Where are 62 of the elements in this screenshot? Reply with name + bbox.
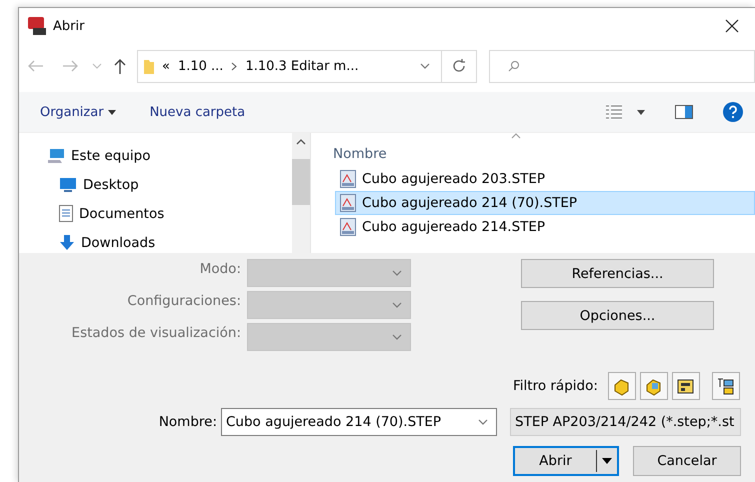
app-logo-icon [27, 16, 47, 36]
assembly-tree-icon [716, 376, 736, 396]
preview-pane-icon[interactable] [675, 105, 693, 119]
breadcrumb-item[interactable]: 1.10.3 Editar m... [245, 58, 359, 74]
scroll-up-icon[interactable] [296, 139, 306, 145]
sidebar-item[interactable]: Desktop [47, 174, 292, 195]
sidebar-item[interactable]: Downloads [47, 232, 292, 253]
caret-icon [602, 458, 612, 464]
refresh-icon [451, 58, 467, 74]
open-button[interactable]: Abrir [513, 446, 619, 476]
option-label: Estados de visualización: [70, 324, 241, 343]
chevron-down-icon [392, 302, 402, 308]
filter-button[interactable] [608, 372, 636, 400]
column-header[interactable]: Nombre [333, 141, 755, 167]
cancel-button[interactable]: Cancelar [633, 446, 741, 476]
search-field[interactable] [489, 50, 755, 82]
search-icon [508, 60, 520, 72]
dialog-button[interactable]: Referencias... [521, 259, 714, 288]
caret-icon[interactable] [637, 110, 645, 114]
breadcrumb-item[interactable]: 1.10 ... [178, 58, 224, 74]
dialog-button[interactable]: Opciones... [521, 301, 714, 330]
part-with-face-icon [644, 376, 664, 396]
breadcrumb-overflow[interactable]: « [162, 58, 170, 74]
quick-filter-label: Filtro rápido: [513, 378, 598, 394]
filter-button[interactable] [672, 372, 700, 400]
sidebar-item[interactable]: Documentos [47, 203, 292, 224]
file-type-dropdown[interactable]: STEP AP203/214/242 (*.step;*.st [510, 408, 741, 436]
file-name-field[interactable]: Cubo agujereado 214 (70).STEP [221, 408, 497, 436]
chevron-down-icon [420, 63, 430, 69]
step-file-icon [340, 194, 356, 212]
scrollbar[interactable] [292, 133, 310, 253]
sort-ascending-icon [511, 133, 521, 139]
filter-button[interactable] [712, 372, 740, 400]
chevron-right-icon [231, 62, 238, 70]
chevron-down-icon [478, 419, 488, 425]
chevron-down-icon [392, 334, 402, 340]
close-icon [725, 19, 739, 33]
chevron-down-icon [392, 270, 402, 276]
file-name-label: Nombre: [158, 414, 217, 430]
help-icon[interactable] [723, 102, 743, 122]
address-bar[interactable]: « 1.10 ... 1.10.3 Editar m... [137, 50, 477, 82]
document-icon [59, 205, 73, 222]
caret-icon [108, 110, 116, 114]
monitor-icon [59, 177, 77, 192]
organize-menu[interactable]: Organizar [40, 104, 116, 120]
computer-icon [47, 148, 65, 164]
file-row[interactable]: Cubo agujereado 214.STEP [335, 215, 755, 239]
new-folder-button[interactable]: Nueva carpeta [150, 104, 246, 120]
option-label: Modo: [198, 260, 241, 279]
file-row[interactable]: Cubo agujereado 203.STEP [335, 167, 755, 191]
filter-button[interactable] [640, 372, 668, 400]
step-file-icon [340, 218, 356, 236]
step-file-icon [340, 170, 356, 188]
folder-icon [144, 58, 154, 74]
sidebar-item[interactable]: Este equipo [47, 145, 292, 166]
part-icon [612, 376, 632, 396]
file-row[interactable]: Cubo agujereado 214 (70).STEP [335, 191, 755, 215]
option-label: Configuraciones: [126, 292, 241, 311]
drawing-sheet-icon [676, 376, 696, 396]
window-title: Abrir [53, 18, 86, 34]
download-arrow-icon [59, 234, 75, 250]
view-details-icon[interactable] [605, 105, 623, 119]
